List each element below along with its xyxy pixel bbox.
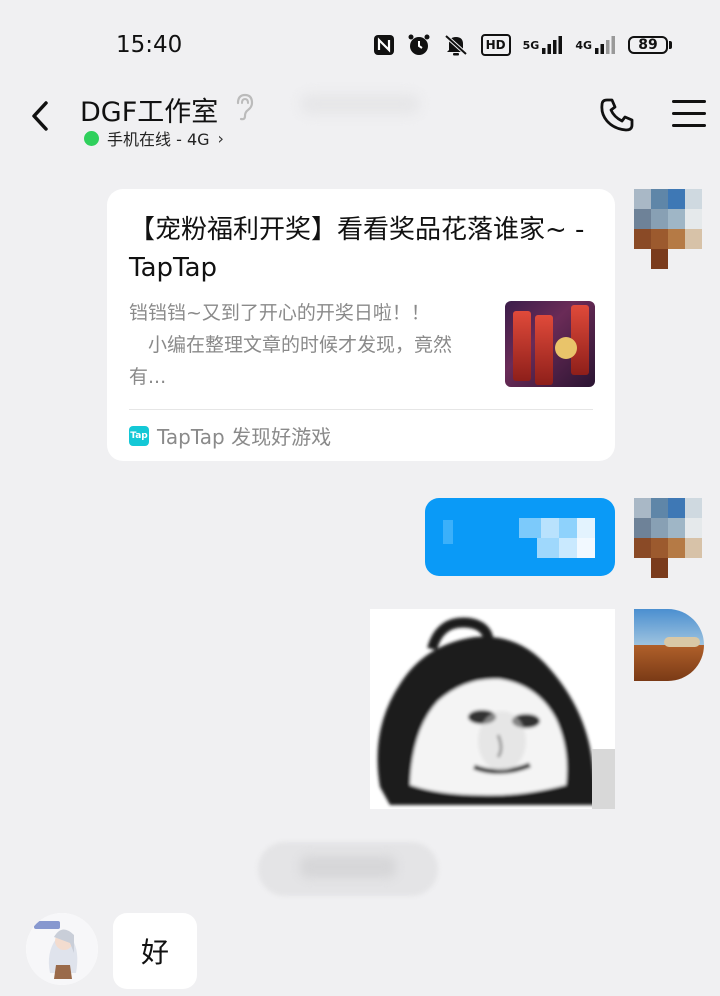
chat-title[interactable]: DGF工作室: [80, 90, 218, 129]
meme-face-drawing: [377, 617, 615, 809]
link-card-description: 铛铛铛~又到了开心的开奖日啦！！ 小编在整理文章的时候才发现，竟然有...: [129, 302, 453, 388]
back-arrow-icon[interactable]: [26, 98, 56, 134]
link-card-source-text: TapTap 发现好游戏: [157, 425, 332, 449]
online-status: 手机在线 - 4G ›: [84, 126, 224, 150]
timestamp-divider-text: [300, 856, 396, 878]
taptap-app-icon: Tap: [129, 425, 149, 446]
link-card-title: 【宠粉福利开奖】看看奖品花落谁家~ - TapTap: [129, 215, 585, 283]
status-time: 15:40: [116, 32, 183, 58]
my-avatar[interactable]: [634, 189, 704, 269]
ear-icon[interactable]: [232, 92, 256, 122]
online-status-text: 手机在线 - 4G: [107, 130, 210, 149]
online-dot-icon: [84, 130, 99, 146]
signal-5g-icon: 5G: [523, 33, 564, 57]
status-icons: HD 5G 4G 89: [373, 33, 672, 57]
link-share-card[interactable]: 【宠粉福利开奖】看看奖品花落谁家~ - TapTap 铛铛铛~又到了开心的开奖日…: [107, 189, 615, 461]
hd-icon: HD: [480, 34, 511, 56]
anime-character-avatar: [26, 913, 98, 985]
outgoing-text-bubble[interactable]: [425, 498, 615, 576]
battery-tip: [669, 41, 672, 49]
nfc-icon: [373, 33, 395, 57]
meme-sticker-image[interactable]: [370, 609, 615, 809]
card-divider: [129, 409, 593, 410]
link-card-source: Tap TapTap 发现好游戏: [129, 421, 331, 450]
chat-header: DGF工作室 手机在线 - 4G ›: [0, 82, 720, 152]
link-card-thumbnail: [505, 301, 595, 387]
my-avatar[interactable]: [634, 609, 704, 681]
alarm-icon: [407, 33, 431, 57]
chevron-right-icon: ›: [217, 128, 224, 148]
blurred-region: [300, 94, 420, 114]
battery-level: 89: [628, 36, 668, 54]
contact-avatar[interactable]: [26, 913, 98, 985]
status-bar: 15:40 HD 5G 4G 89: [0, 0, 720, 80]
battery-indicator: 89: [628, 36, 672, 54]
incoming-text-bubble[interactable]: 好: [113, 913, 197, 989]
signal-4g-icon: 4G: [575, 33, 616, 57]
mute-icon: [443, 33, 469, 57]
menu-icon[interactable]: [672, 100, 706, 130]
my-avatar[interactable]: [634, 498, 704, 578]
phone-call-icon[interactable]: [598, 96, 636, 134]
